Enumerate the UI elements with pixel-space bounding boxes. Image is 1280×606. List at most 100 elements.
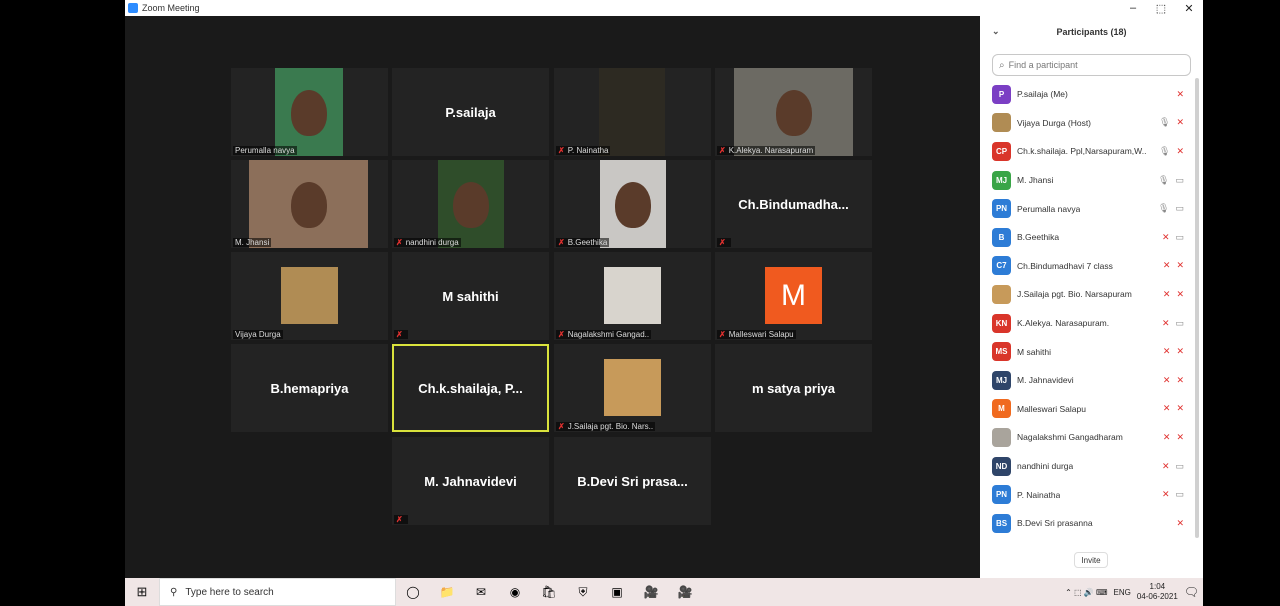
mic-muted-icon: ✕ (1162, 403, 1171, 414)
camera-off-icon: ✕ (1176, 260, 1184, 271)
name-label: ✗ (717, 238, 731, 247)
mic-muted-icon: ✗ (396, 330, 403, 339)
mic-muted-icon: ✗ (719, 330, 726, 339)
video-tile[interactable]: B.Devi Sri prasa... (554, 437, 711, 525)
participant-row[interactable]: MJ M. Jhansi 🎙 ▭ (980, 166, 1190, 195)
participant-name: K.Alekya. Narasapuram. (1017, 318, 1110, 329)
avatar: M (765, 267, 822, 324)
participant-search-input[interactable]: ⌕ Find a participant (992, 54, 1191, 76)
video-tile[interactable]: M. Jhansi (231, 160, 388, 248)
participant-row[interactable]: M Malleswari Salapu ✕ ✕ (980, 395, 1190, 424)
maximize-button[interactable]: ⬚ (1147, 0, 1175, 16)
scrollbar[interactable] (1195, 78, 1199, 538)
mic-muted-icon: ✕ (1161, 231, 1170, 242)
search-icon: ⌕ (999, 59, 1005, 71)
vpn-icon[interactable]: ⛨ (566, 578, 600, 606)
participant-name: M. Jahnavidevi (1017, 375, 1074, 386)
close-button[interactable]: ✕ (1175, 0, 1203, 16)
participant-row[interactable]: KN K.Alekya. Narasapuram. ✕ ▭ (980, 309, 1190, 338)
participants-panel: ⌄ Participants (18) ⌕ Find a participant… (980, 16, 1203, 578)
start-button[interactable]: ⊞ (125, 578, 159, 606)
video-tile[interactable]: M. Jahnavidevi ✗ (392, 437, 549, 525)
participant-row[interactable]: BS B.Devi Sri prasanna ✕ (980, 509, 1190, 538)
participant-row[interactable]: CP Ch.k.shailaja. Ppl,Narsapuram,W... 🎙 ✕ (980, 137, 1190, 166)
participant-row[interactable]: C7 Ch.Bindumadhavi 7 class ✕ ✕ (980, 252, 1190, 281)
participant-row[interactable]: Nagalakshmi Gangadharam ✕ ✕ (980, 423, 1190, 452)
participant-name: M. Jhansi (1017, 175, 1054, 186)
participant-name: M. Jahnavidevi (424, 473, 517, 489)
edge-icon[interactable]: ◉ (498, 578, 532, 606)
video-tile[interactable]: M sahithi ✗ (392, 252, 549, 340)
mic-muted-icon: ✕ (1162, 346, 1171, 357)
participant-name: Vijaya Durga (Host) (1017, 117, 1092, 128)
camera-icon: ▭ (1175, 231, 1184, 242)
video-tile[interactable]: ✗ K.Alekya. Narasapuram (715, 68, 872, 156)
video-tile[interactable]: P.sailaja (392, 68, 549, 156)
video-gallery: Perumalla navya P.sailaja ✗ P. Nainatha ✗ K.A… (125, 16, 978, 578)
video-tile[interactable]: Vijaya Durga (231, 252, 388, 340)
avatar: CP (992, 141, 1011, 161)
video-tile[interactable]: Ch.Bindumadha... ✗ (715, 160, 872, 248)
mic-muted-icon: ✗ (558, 422, 565, 431)
participant-row[interactable]: B B.Geethika ✕ ▭ (980, 223, 1190, 252)
task-view-icon[interactable]: ◯ (396, 578, 430, 606)
app-icon[interactable]: ▣ (600, 578, 634, 606)
mic-muted-icon: ✗ (396, 515, 403, 524)
participant-name: nandhini durga (1017, 461, 1074, 472)
mic-icon: 🎙 (1158, 203, 1170, 214)
participant-video (734, 68, 853, 156)
name-label: M. Jhansi (233, 238, 272, 247)
video-tile[interactable]: M ✗ Malleswari Salapu (715, 252, 872, 340)
participant-name: P. Nainatha (1017, 489, 1061, 500)
participant-row[interactable]: PN Perumalla navya 🎙 ▭ (980, 194, 1190, 223)
zoom-icon[interactable]: 🎥 (634, 578, 668, 606)
video-tile[interactable]: B.hemapriya (231, 344, 388, 432)
participant-row[interactable]: J.Sailaja pgt. Bio. Narsapuram ✕ ✕ (980, 280, 1190, 309)
participant-name: M sahithi (442, 288, 499, 304)
mic-muted-icon: ✗ (719, 146, 726, 155)
participant-row[interactable]: MS M sahithi ✕ ✕ (980, 337, 1190, 366)
mic-muted-icon: ✕ (1162, 431, 1171, 442)
face-image (615, 182, 651, 228)
video-tile[interactable]: ✗ J.Sailaja pgt. Bio. Nars.. (554, 344, 711, 432)
video-tile[interactable]: ✗ nandhini durga (392, 160, 549, 248)
participant-row[interactable]: MJ M. Jahnavidevi ✕ ✕ (980, 366, 1190, 395)
camera-off-icon: ✕ (1176, 346, 1184, 357)
mic-muted-icon: ✗ (558, 330, 565, 339)
window-controls: – ⬚ ✕ (1119, 0, 1203, 16)
avatar: C7 (992, 256, 1011, 276)
clock[interactable]: 1:04 04-06-2021 (1137, 582, 1178, 602)
taskbar-search-input[interactable]: ⚲ Type here to search (159, 578, 396, 606)
participant-row[interactable]: ND nandhini durga ✕ ▭ (980, 452, 1190, 481)
mic-icon: 🎙 (1159, 145, 1171, 156)
name-label: ✗ P. Nainatha (556, 146, 611, 155)
notification-icon[interactable]: 🗨 (1184, 585, 1199, 599)
video-tile[interactable]: Ch.k.shailaja, P... (392, 344, 549, 432)
minimize-button[interactable]: – (1119, 0, 1147, 16)
avatar: P (992, 84, 1011, 104)
folder-icon[interactable]: 📁 (430, 578, 464, 606)
camera-off-icon: ✕ (1176, 117, 1184, 128)
tray-icons[interactable]: ⌃ ⬚ 🔊 ⌨ (1065, 588, 1107, 597)
search-placeholder: Find a participant (1008, 60, 1078, 70)
zoom-icon[interactable]: 🎥 (668, 578, 702, 606)
video-tile[interactable]: Perumalla navya (231, 68, 388, 156)
camera-off-icon: ✕ (1176, 145, 1184, 156)
video-tile[interactable]: ✗ Nagalakshmi Gangad.. (554, 252, 711, 340)
video-tile[interactable]: ✗ B.Geethika (554, 160, 711, 248)
language-indicator[interactable]: ENG (1114, 588, 1131, 597)
participant-row[interactable]: P P.sailaja (Me) ✕ (980, 80, 1190, 109)
video-tile[interactable]: ✗ P. Nainatha (554, 68, 711, 156)
participant-row[interactable]: PN P. Nainatha ✕ ▭ (980, 480, 1190, 509)
chevron-down-icon[interactable]: ⌄ (992, 26, 1000, 37)
video-tile[interactable]: m satya priya (715, 344, 872, 432)
system-tray: ⌃ ⬚ 🔊 ⌨ ENG 1:04 04-06-2021 🗨 (1065, 578, 1199, 606)
store-icon[interactable]: 🛍 (532, 578, 566, 606)
mail-icon[interactable]: ✉ (464, 578, 498, 606)
participant-row[interactable]: Vijaya Durga (Host) 🎙 ✕ (980, 109, 1190, 138)
zoom-logo-icon (128, 3, 138, 13)
avatar: MS (992, 342, 1011, 362)
name-label: ✗ K.Alekya. Narasapuram (717, 146, 816, 155)
invite-button[interactable]: Invite (1074, 552, 1108, 568)
participant-video (275, 68, 343, 156)
